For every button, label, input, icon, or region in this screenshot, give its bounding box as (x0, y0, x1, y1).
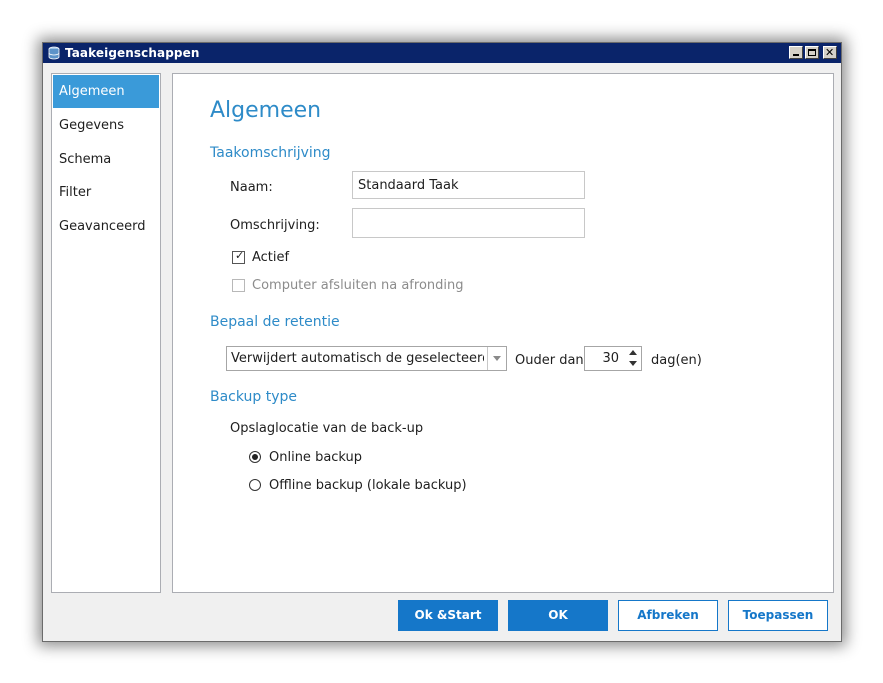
backup-type-heading: Backup type (210, 389, 298, 405)
window-title: Taakeigenschappen (65, 46, 200, 60)
offline-backup-radio[interactable] (249, 479, 261, 491)
page-title: Algemeen (210, 98, 322, 123)
title-bar[interactable]: Taakeigenschappen ✕ (43, 43, 841, 63)
minimize-button[interactable] (789, 46, 803, 59)
retention-heading: Bepaal de retentie (210, 314, 340, 330)
content-panel: Algemeen Taakomschrijving Naam: Omschrij… (172, 73, 834, 593)
ok-start-button[interactable]: Ok &Start (398, 600, 498, 631)
checkmark-icon: ✓ (235, 249, 245, 262)
chevron-down-icon (493, 356, 501, 361)
ok-button[interactable]: OK (508, 600, 608, 631)
active-checkbox[interactable]: ✓ (232, 249, 245, 264)
close-button[interactable]: ✕ (823, 46, 837, 59)
sidebar-item-schema[interactable]: Schema (53, 143, 159, 176)
days-unit-label: dag(en) (651, 353, 702, 368)
apply-button[interactable]: Toepassen (728, 600, 828, 631)
description-input[interactable] (352, 208, 585, 238)
storage-location-label: Opslaglocatie van de back-up (230, 421, 424, 436)
online-backup-radio[interactable] (249, 451, 261, 463)
arrow-up-icon (629, 350, 637, 355)
increment-button[interactable] (627, 348, 640, 358)
maximize-icon (808, 49, 816, 56)
sidebar-item-gegevens[interactable]: Gegevens (53, 109, 159, 142)
shutdown-label: Computer afsluiten na afronding (252, 278, 464, 293)
close-icon: ✕ (825, 46, 835, 59)
minimize-icon (793, 54, 799, 56)
retention-policy-dropdown[interactable]: Verwijdert automatisch de geselecteerde … (226, 346, 507, 371)
dropdown-arrow[interactable] (487, 347, 506, 370)
maximize-button[interactable] (805, 46, 819, 59)
arrow-down-icon (629, 361, 637, 366)
online-backup-label: Online backup (269, 450, 363, 465)
shutdown-checkbox[interactable] (232, 279, 245, 292)
days-stepper[interactable]: 30 (584, 346, 642, 371)
cancel-button[interactable]: Afbreken (618, 600, 718, 631)
sidebar-item-filter[interactable]: Filter (53, 176, 159, 209)
sidebar-nav: Algemeen Gegevens Schema Filter Geavance… (51, 73, 161, 593)
decrement-button[interactable] (627, 359, 640, 369)
retention-policy-value: Verwijdert automatisch de geselecteerde … (231, 351, 484, 366)
sidebar-item-algemeen[interactable]: Algemeen (53, 75, 159, 108)
description-label: Omschrijving: (230, 218, 320, 233)
name-input[interactable] (352, 171, 585, 199)
task-description-heading: Taakomschrijving (210, 145, 331, 161)
offline-backup-label: Offline backup (lokale backup) (269, 478, 467, 493)
days-value: 30 (602, 351, 619, 366)
active-label: Actief (252, 250, 290, 265)
app-database-icon (48, 46, 60, 60)
radio-selected-icon (252, 454, 258, 460)
older-than-label: Ouder dan (515, 353, 584, 368)
task-properties-dialog: Taakeigenschappen ✕ Algemeen Gegevens Sc… (42, 42, 842, 642)
sidebar-item-geavanceerd[interactable]: Geavanceerd (53, 210, 159, 243)
name-label: Naam: (230, 180, 273, 195)
